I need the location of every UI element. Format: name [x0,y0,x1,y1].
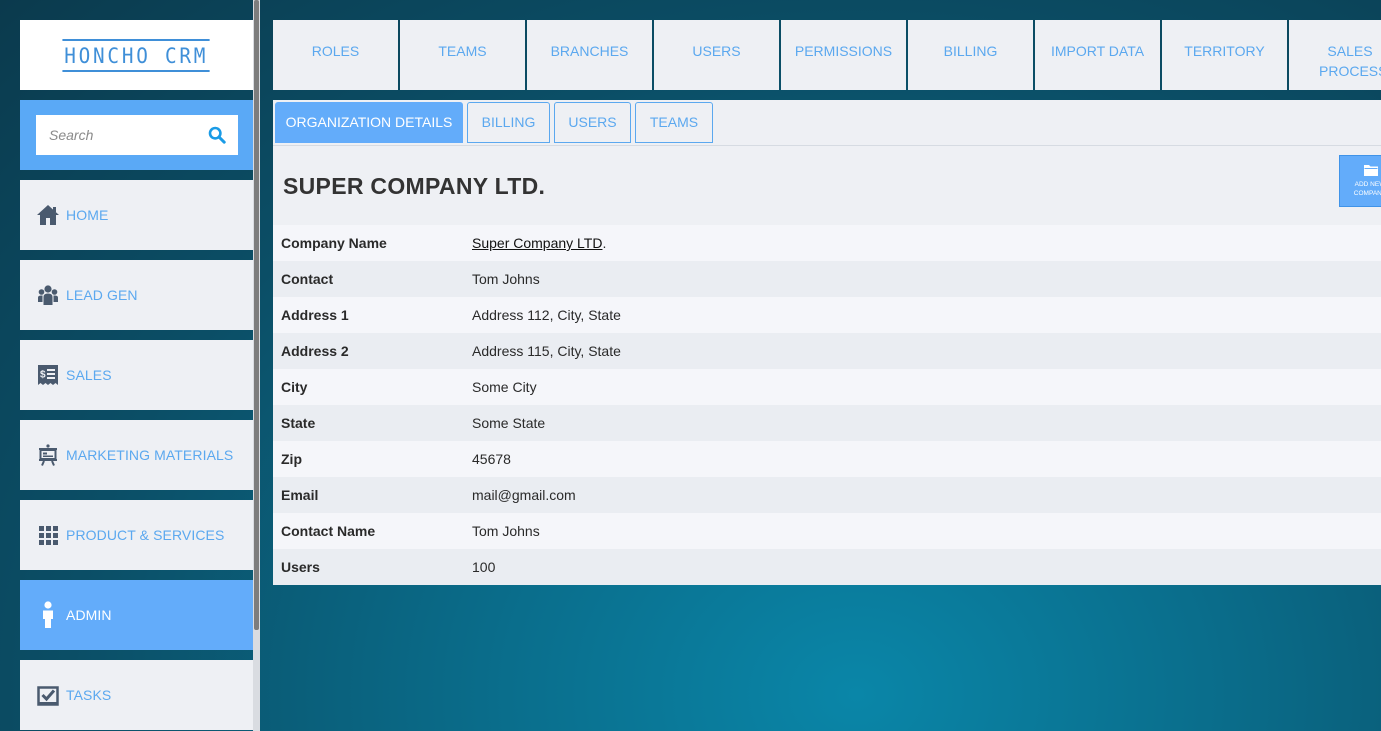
logo[interactable]: HONCHO CRM [20,20,253,90]
svg-text:$: $ [40,370,46,381]
field-label: Contact [281,271,334,287]
person-icon [36,601,60,628]
field-label: Address 2 [281,343,349,359]
sidebar-item-label: PRODUCT & SERVICES [66,527,225,543]
company-name-link[interactable]: Super Company LTD [472,235,602,251]
tab-users[interactable]: USERS [554,102,631,143]
home-icon [36,203,60,227]
field-label: State [281,415,316,431]
field-label: Users [281,559,320,575]
top-tab-roles[interactable]: ROLES [273,20,398,90]
table-row: Users 100 [273,549,1381,585]
sidebar-item-label: MARKETING MATERIALS [66,447,234,463]
sidebar-item-label: LEAD GEN [66,287,138,303]
page-title: SUPER COMPANY LTD. [283,173,546,199]
top-tab-territory[interactable]: TERRITORY [1162,20,1287,90]
top-tabs: ROLES TEAMS BRANCHES USERS PERMISSIONS B… [273,20,1381,90]
search-input[interactable] [36,115,209,155]
logo-text: HONCHO CRM [62,38,211,72]
sidebar-item-tasks[interactable]: TASKS [20,660,253,730]
top-tab-import-data[interactable]: IMPORT DATA [1035,20,1160,90]
sidebar-item-label: SALES [66,367,112,383]
sales-receipt-icon: $ [36,363,60,387]
tab-teams[interactable]: TEAMS [635,102,713,143]
field-label: Address 1 [281,307,349,323]
table-row: Contact Name Tom Johns [273,513,1381,549]
field-label: City [281,379,308,395]
users-group-icon [36,283,60,307]
tab-billing[interactable]: BILLING [467,102,550,143]
checkbox-icon [36,683,60,707]
field-value: 45678 [472,451,511,467]
field-label: Email [281,487,319,503]
folder-icon [1364,165,1378,176]
sidebar-item-label: TASKS [66,687,112,703]
field-value: Super Company LTD. [472,235,606,251]
field-value: Some City [472,379,537,395]
field-value: Address 112, City, State [472,307,621,323]
top-tab-permissions[interactable]: PERMISSIONS [781,20,906,90]
sidebar-item-admin[interactable]: ADMIN [20,580,253,650]
sidebar-item-label: HOME [66,207,109,223]
top-tab-teams[interactable]: TEAMS [400,20,525,90]
field-label: Contact Name [281,523,376,539]
field-value: Address 115, City, State [472,343,621,359]
sidebar-scrollbar-thumb[interactable] [254,0,259,630]
top-tab-users[interactable]: USERS [654,20,779,90]
table-row: Contact Tom Johns [273,261,1381,297]
company-name-suffix: . [602,235,607,251]
sidebar-item-product-services[interactable]: PRODUCT & SERVICES [20,500,253,570]
field-label: Company Name [281,235,387,251]
table-row: Email mail@gmail.com [273,477,1381,513]
field-value: Tom Johns [472,271,540,287]
presentation-board-icon [36,443,60,467]
sub-tabs: ORGANIZATION DETAILS BILLING USERS TEAMS [273,100,1381,146]
top-tab-branches[interactable]: BRANCHES [527,20,652,90]
field-value: Tom Johns [472,523,540,539]
sidebar-item-marketing-materials[interactable]: MARKETING MATERIALS [20,420,253,490]
field-value: mail@gmail.com [472,487,576,503]
field-label: Zip [281,451,302,467]
top-tab-sales-process[interactable]: SALES PROCESS [1289,20,1381,90]
table-row: Address 2 Address 115, City, State [273,333,1381,369]
field-value: Some State [472,415,546,431]
organization-panel: ORGANIZATION DETAILS BILLING USERS TEAMS… [273,100,1381,585]
search-panel [20,100,253,170]
sidebar: HONCHO CRM HOME [20,20,253,731]
table-row: Address 1 Address 112, City, State [273,297,1381,333]
add-new-company-label: ADD NEW COMPANY [1353,181,1381,197]
field-value: 100 [472,559,496,575]
sidebar-item-label: ADMIN [66,607,112,623]
table-row: Zip 45678 [273,441,1381,477]
grid-icon [36,523,60,547]
search-icon[interactable] [208,126,226,144]
tab-organization-details[interactable]: ORGANIZATION DETAILS [275,102,463,143]
organization-details-table: Company Name Super Company LTD. Contact … [273,225,1381,585]
table-row: State Some State [273,405,1381,441]
search-field [36,115,238,155]
top-tab-billing[interactable]: BILLING [908,20,1033,90]
table-row: City Some City [273,369,1381,405]
table-row: Company Name Super Company LTD. [273,225,1381,261]
sidebar-item-home[interactable]: HOME [20,180,253,250]
add-new-company-button[interactable]: ADD NEW COMPANY [1339,155,1381,207]
sidebar-item-sales[interactable]: $ SALES [20,340,253,410]
sidebar-item-lead-gen[interactable]: LEAD GEN [20,260,253,330]
